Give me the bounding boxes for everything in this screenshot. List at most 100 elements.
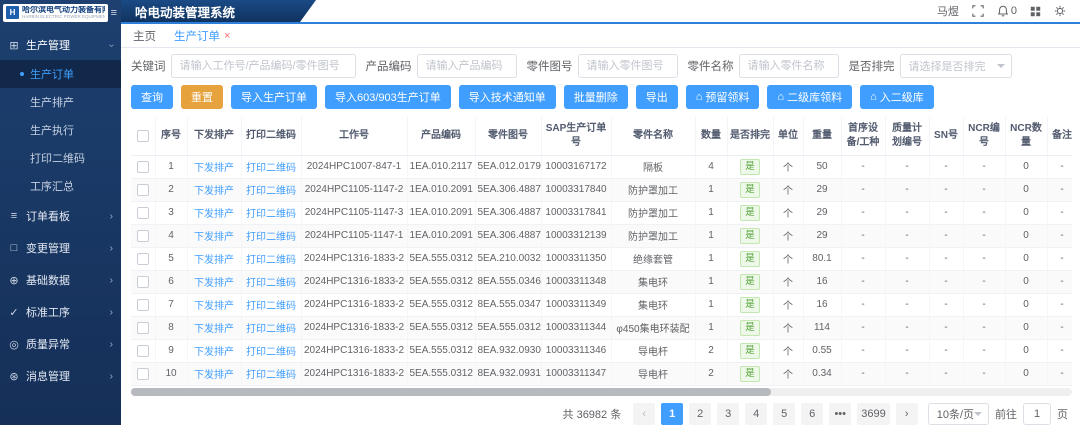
sidebar-collapse-icon[interactable]: ≡ xyxy=(111,7,117,19)
batch-delete-button[interactable]: 批量删除 xyxy=(564,85,628,109)
cell-qty: 1 xyxy=(695,178,727,201)
row-checkbox[interactable] xyxy=(137,207,149,219)
import-production-order-button[interactable]: 导入生产订单 xyxy=(231,85,317,109)
tab-production-order[interactable]: 生产订单× xyxy=(174,28,230,44)
notification-bell-icon[interactable]: 0 xyxy=(997,5,1017,17)
sidebar-item-print-qrcode[interactable]: 打印二维码 xyxy=(0,144,121,172)
product-code-input[interactable] xyxy=(417,54,517,78)
row-checkbox[interactable] xyxy=(137,253,149,265)
gear-icon[interactable] xyxy=(1054,5,1066,17)
close-tab-icon[interactable]: × xyxy=(224,30,230,42)
page-button-6[interactable]: 6 xyxy=(801,403,823,425)
qr-link[interactable]: 打印二维码 xyxy=(246,324,296,335)
part-no-input[interactable] xyxy=(578,54,678,78)
qr-link[interactable]: 打印二维码 xyxy=(246,301,296,312)
sidebar-item-order-board[interactable]: ≡订单看板› xyxy=(0,200,121,232)
row-checkbox[interactable] xyxy=(137,276,149,288)
page-button-1[interactable]: 1 xyxy=(661,403,683,425)
row-checkbox[interactable] xyxy=(137,230,149,242)
sidebar-group-production[interactable]: ⊞ 生产管理 › xyxy=(0,30,121,60)
qr-link[interactable]: 打印二维码 xyxy=(246,370,296,381)
goto-label: 前往 xyxy=(995,406,1017,422)
dispatch-link[interactable]: 下发排产 xyxy=(194,324,234,335)
apps-grid-icon[interactable] xyxy=(1030,6,1041,17)
l2-warehouse-inbound-button[interactable]: ⌂入二级库 xyxy=(860,85,934,109)
scheduled-select[interactable]: 请选择是否排完 xyxy=(900,54,1012,78)
chevron-right-icon: › xyxy=(110,275,113,286)
app-title: 哈电动装管理系统 xyxy=(121,0,316,22)
sidebar-item-standard-process[interactable]: ✓标准工序› xyxy=(0,296,121,328)
dispatch-link[interactable]: 下发排产 xyxy=(194,232,234,243)
row-checkbox[interactable] xyxy=(137,161,149,173)
page-size-select[interactable]: 10条/页 xyxy=(928,403,989,425)
cell-scheduled: 是 xyxy=(727,247,773,270)
dispatch-link[interactable]: 下发排产 xyxy=(194,347,234,358)
cell-unit: 个 xyxy=(773,155,803,178)
dispatch-link[interactable]: 下发排产 xyxy=(194,209,234,220)
dispatch-link[interactable]: 下发排产 xyxy=(194,278,234,289)
page-button-4[interactable]: 4 xyxy=(745,403,767,425)
database-icon: ⊕ xyxy=(8,274,20,287)
chevron-right-icon: › xyxy=(110,307,113,318)
sidebar-item-label: 变更管理 xyxy=(26,240,70,256)
horizontal-scrollbar[interactable] xyxy=(131,388,1072,396)
keyword-input[interactable] xyxy=(171,54,356,78)
row-checkbox[interactable] xyxy=(137,299,149,311)
cell-part_no: 5EA.210.0032 xyxy=(475,247,541,270)
import-603-903-order-button[interactable]: 导入603/903生产订单 xyxy=(325,85,451,109)
dispatch-link[interactable]: 下发排产 xyxy=(194,186,234,197)
page-button-2[interactable]: 2 xyxy=(689,403,711,425)
l2-warehouse-picking-button[interactable]: ⌂二级库领料 xyxy=(767,85,852,109)
sidebar-item-message-management[interactable]: ⊛消息管理› xyxy=(0,360,121,392)
reset-button[interactable]: 重置 xyxy=(181,85,223,109)
page-button-3699[interactable]: 3699 xyxy=(857,403,889,425)
sidebar-item-production-execution[interactable]: 生产执行 xyxy=(0,116,121,144)
part-name-input[interactable] xyxy=(739,54,839,78)
dispatch-link[interactable]: 下发排产 xyxy=(194,370,234,381)
qr-link[interactable]: 打印二维码 xyxy=(246,209,296,220)
filter-bar: 关键词产品编码零件图号零件名称是否排完请选择是否排完 xyxy=(131,54,1072,78)
next-page-button[interactable]: › xyxy=(896,403,918,425)
qr-link[interactable]: 打印二维码 xyxy=(246,163,296,174)
username[interactable]: 马煜 xyxy=(937,3,959,19)
sidebar-item-production-scheduling[interactable]: 生产排产 xyxy=(0,88,121,116)
page-button-5[interactable]: 5 xyxy=(773,403,795,425)
col-header-work_no: 工作号 xyxy=(301,117,407,155)
cell-dispatch: 下发排产 xyxy=(187,155,241,178)
row-checkbox[interactable] xyxy=(137,184,149,196)
dispatch-link[interactable]: 下发排产 xyxy=(194,301,234,312)
qr-link[interactable]: 打印二维码 xyxy=(246,255,296,266)
sidebar-item-production-order[interactable]: 生产订单 xyxy=(0,60,121,88)
export-button[interactable]: 导出 xyxy=(636,85,678,109)
dispatch-link[interactable]: 下发排产 xyxy=(194,255,234,266)
cell-check xyxy=(131,293,155,316)
goto-page-input[interactable] xyxy=(1023,403,1051,425)
page-button-3[interactable]: 3 xyxy=(717,403,739,425)
production-icon: ⊞ xyxy=(8,39,20,52)
col-header-part_no: 零件图号 xyxy=(475,117,541,155)
cell-sn: - xyxy=(929,270,963,293)
cell-qr: 打印二维码 xyxy=(241,339,301,362)
row-checkbox[interactable] xyxy=(137,322,149,334)
tab-home[interactable]: 主页 xyxy=(133,28,156,44)
select-all-checkbox[interactable] xyxy=(137,130,149,142)
sidebar-item-base-data[interactable]: ⊕基础数据› xyxy=(0,264,121,296)
sidebar-item-process-summary[interactable]: 工序汇总 xyxy=(0,172,121,200)
qr-link[interactable]: 打印二维码 xyxy=(246,186,296,197)
reserved-picking-button[interactable]: ⌂预留领料 xyxy=(686,85,760,109)
sidebar-item-change-management[interactable]: □变更管理› xyxy=(0,232,121,264)
qr-link[interactable]: 打印二维码 xyxy=(246,347,296,358)
scrollbar-thumb[interactable] xyxy=(131,388,771,396)
search-button[interactable]: 查询 xyxy=(131,85,173,109)
cell-qty: 1 xyxy=(695,201,727,224)
prev-page-button[interactable]: ‹ xyxy=(633,403,655,425)
qr-link[interactable]: 打印二维码 xyxy=(246,278,296,289)
row-checkbox[interactable] xyxy=(137,345,149,357)
page-ellipsis[interactable]: ••• xyxy=(829,403,851,425)
qr-link[interactable]: 打印二维码 xyxy=(246,232,296,243)
dispatch-link[interactable]: 下发排产 xyxy=(194,163,234,174)
import-tech-notice-button[interactable]: 导入技术通知单 xyxy=(459,85,556,109)
sidebar-item-quality-exception[interactable]: ◎质量异常› xyxy=(0,328,121,360)
fullscreen-icon[interactable] xyxy=(972,5,984,17)
row-checkbox[interactable] xyxy=(137,368,149,380)
